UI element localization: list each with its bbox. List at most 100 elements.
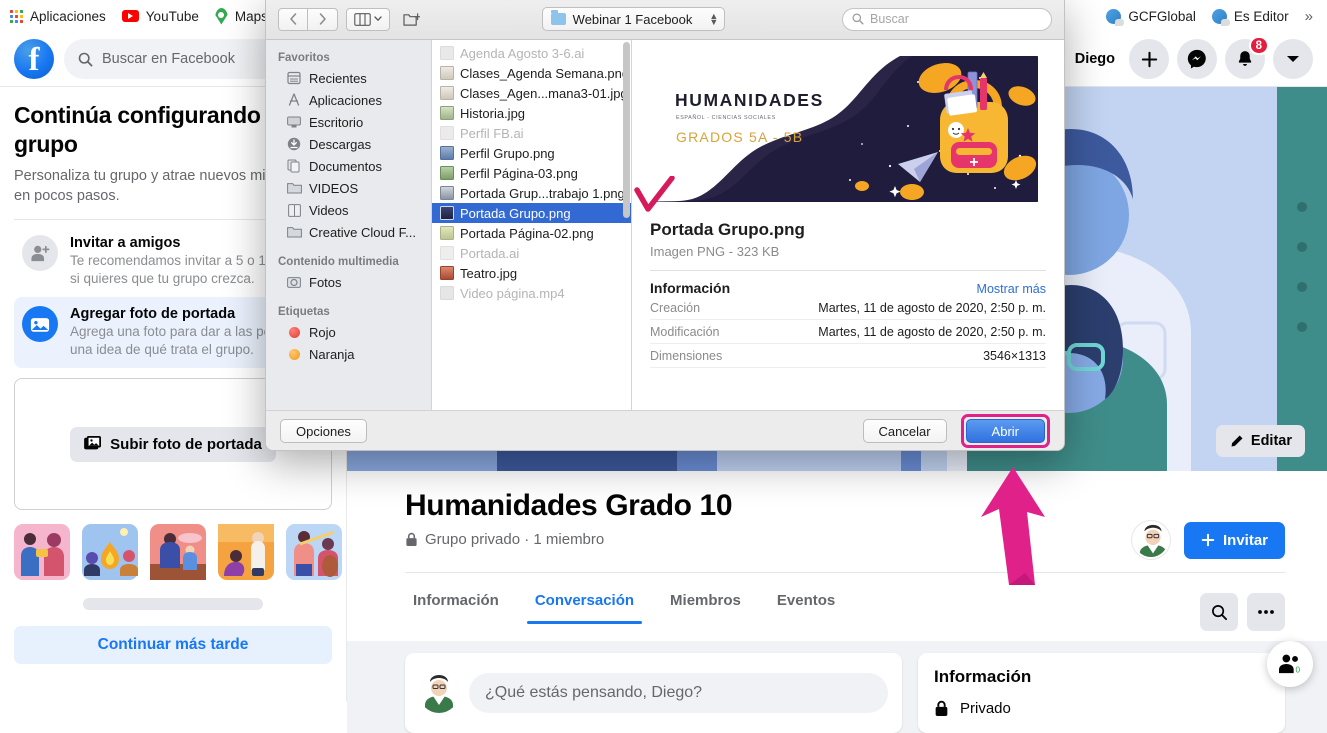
folder-icon <box>286 180 302 196</box>
view-mode-button[interactable] <box>346 7 390 31</box>
file-open-dialog: Webinar 1 Facebook ▲ ▼ Buscar Favoritos R… <box>265 0 1065 451</box>
file-row[interactable]: Historia.jpg <box>432 103 631 123</box>
cover-suggestion-1[interactable] <box>14 524 70 580</box>
cover-suggestion-4[interactable] <box>218 524 274 580</box>
facebook-search-input[interactable]: Buscar en Facebook <box>64 39 294 79</box>
tab-eventos[interactable]: Eventos <box>761 579 851 624</box>
notifications-badge: 8 <box>1248 36 1269 55</box>
create-button[interactable] <box>1129 39 1169 79</box>
bookmark-label: GCFGlobal <box>1128 8 1196 24</box>
dialog-search-input[interactable]: Buscar <box>841 7 1052 31</box>
file-row[interactable]: Perfil Grupo.png <box>432 143 631 163</box>
open-button[interactable]: Abrir <box>965 419 1045 443</box>
up-down-stepper-icon: ▲ ▼ <box>709 11 719 27</box>
file-name: Perfil FB.ai <box>460 125 524 141</box>
chevron-left-icon <box>290 13 297 25</box>
search-icon <box>852 13 864 25</box>
globe-icon <box>1106 8 1125 26</box>
file-row[interactable]: Portada Grup...trabajo 1.png <box>432 183 631 203</box>
metadata-row: Dimensiones 3546×1313 <box>650 344 1046 368</box>
sidebar-item-recientes[interactable]: Recientes <box>266 67 431 89</box>
file-row[interactable]: Teatro.jpg <box>432 263 631 283</box>
cover-suggestion-2[interactable] <box>82 524 138 580</box>
file-row[interactable]: Clases_Agen...mana3-01.jpg <box>432 83 631 103</box>
account-menu-button[interactable] <box>1273 39 1313 79</box>
file-list-scrollbar[interactable] <box>623 42 630 218</box>
desktop-icon <box>286 114 302 130</box>
plus-icon <box>1201 533 1215 547</box>
path-popup-button[interactable]: Webinar 1 Facebook ▲ ▼ <box>541 7 726 31</box>
bookmark-aplicaciones[interactable]: Aplicaciones <box>10 9 106 24</box>
preview-info-title: Información <box>650 280 731 296</box>
user-name[interactable]: Diego <box>1075 51 1115 67</box>
sidebar-item-videos-caps[interactable]: VIDEOS <box>266 177 431 199</box>
notifications-button[interactable]: 8 <box>1225 36 1269 79</box>
preview-info-header: Información Mostrar más <box>650 280 1046 296</box>
file-icon <box>440 286 454 300</box>
bookmark-maps[interactable]: Maps <box>215 8 268 25</box>
file-name: Teatro.jpg <box>460 265 518 281</box>
tab-informacion[interactable]: Información <box>397 579 515 624</box>
file-row[interactable]: Clases_Agenda Semana.png <box>432 63 631 83</box>
file-row[interactable]: Agenda Agosto 3-6.ai <box>432 43 631 63</box>
messenger-button[interactable] <box>1177 39 1217 79</box>
options-button[interactable]: Opciones <box>280 419 367 443</box>
sidebar-header-favoritos: Favoritos <box>278 52 330 64</box>
invite-button[interactable]: Invitar <box>1183 521 1285 559</box>
sidebar-item-aplicaciones[interactable]: Aplicaciones <box>266 89 431 111</box>
ellipsis-icon <box>1258 610 1274 614</box>
sidebar-item-creative-cloud[interactable]: Creative Cloud F... <box>266 221 431 243</box>
show-more-link[interactable]: Mostrar más <box>977 282 1046 296</box>
edit-cover-button[interactable]: Editar <box>1215 425 1305 457</box>
sidebar-item-documentos[interactable]: Documentos <box>266 155 431 177</box>
plus-icon <box>1141 51 1157 67</box>
documents-icon <box>286 158 302 174</box>
path-label: Webinar 1 Facebook <box>572 11 693 27</box>
sidebar-item-fotos[interactable]: Fotos <box>266 271 431 293</box>
bookmark-es-editor[interactable]: Es Editor <box>1211 8 1289 26</box>
bookmark-youtube[interactable]: YouTube <box>121 9 199 24</box>
bookmark-label: Aplicaciones <box>30 8 106 24</box>
facebook-logo[interactable]: f <box>14 39 54 79</box>
bookmarks-overflow-button[interactable]: » <box>1305 8 1317 25</box>
continue-later-button[interactable]: Continuar más tarde <box>14 626 332 664</box>
pencil-icon <box>1231 435 1243 446</box>
forward-button[interactable] <box>308 7 338 31</box>
metadata-value: Martes, 11 de agosto de 2020, 2:50 p. m. <box>818 301 1046 315</box>
file-icon <box>440 66 454 80</box>
sidebar-item-tag-naranja[interactable]: Naranja <box>266 343 431 365</box>
file-row[interactable]: Portada Página-02.png <box>432 223 631 243</box>
tab-miembros[interactable]: Miembros <box>654 579 757 624</box>
file-row[interactable]: Video página.mp4 <box>432 283 631 303</box>
file-icon <box>440 106 454 120</box>
file-row[interactable]: Perfil FB.ai <box>432 123 631 143</box>
member-avatar[interactable] <box>1131 521 1170 559</box>
photo-stack-icon <box>84 436 102 450</box>
tab-conversacion[interactable]: Conversación <box>519 579 650 624</box>
file-row[interactable]: Perfil Página-03.png <box>432 163 631 183</box>
cover-suggestion-5[interactable] <box>286 524 342 580</box>
sidebar-item-tag-rojo[interactable]: Rojo <box>266 321 431 343</box>
info-privacy-label: Privado <box>960 700 1011 717</box>
group-title: Humanidades Grado 10 <box>405 489 733 522</box>
facebook-topbar-actions: Diego 8 <box>1075 36 1313 79</box>
group-info-card: Información Privado <box>918 653 1285 733</box>
file-name: Video página.mp4 <box>460 285 565 301</box>
sidebar-item-videos[interactable]: Videos <box>266 199 431 221</box>
file-row[interactable]: Portada.ai <box>432 243 631 263</box>
file-row-selected[interactable]: Portada Grupo.png <box>432 203 631 223</box>
group-search-button[interactable] <box>1200 593 1238 631</box>
back-button[interactable] <box>278 7 308 31</box>
composer-avatar[interactable] <box>419 673 459 713</box>
group-more-button[interactable] <box>1247 593 1285 631</box>
cover-suggestion-3[interactable] <box>150 524 206 580</box>
cancel-button[interactable]: Cancelar <box>862 419 947 443</box>
composer-input[interactable]: ¿Qué estás pensando, Diego? <box>469 673 888 713</box>
new-folder-button[interactable] <box>398 8 425 31</box>
contacts-fab-button[interactable]: 0 <box>1267 641 1313 687</box>
file-icon <box>440 146 454 160</box>
bookmark-gcfglobal[interactable]: GCFGlobal <box>1106 8 1196 26</box>
upload-cover-button[interactable]: Subir foto de portada <box>70 426 276 462</box>
sidebar-item-descargas[interactable]: Descargas <box>266 133 431 155</box>
sidebar-item-escritorio[interactable]: Escritorio <box>266 111 431 133</box>
